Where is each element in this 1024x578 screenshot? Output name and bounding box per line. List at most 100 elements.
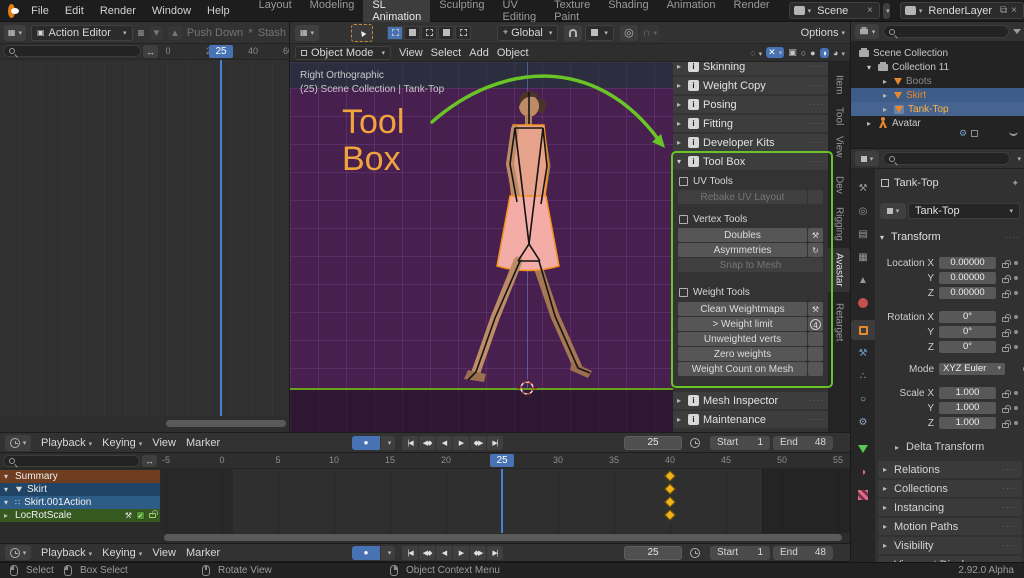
transform-orientation-dropdown[interactable]: ⌖ Global▾ — [497, 25, 558, 41]
use-preview-range-icon[interactable] — [690, 438, 700, 448]
snap-target-dropdown[interactable]: ▾ — [585, 25, 614, 41]
channel-locrotscale[interactable]: ▸LocRotScale⚒ — [0, 509, 160, 522]
channel-search-input[interactable] — [3, 45, 141, 57]
auto-keying-dropdown[interactable]: ▾ — [381, 546, 395, 560]
animate-dot[interactable] — [1014, 406, 1018, 410]
tab-item[interactable]: Item — [828, 70, 850, 100]
menu-view[interactable]: View — [152, 547, 176, 559]
editor-type-button[interactable]: ▾ — [5, 545, 31, 560]
menu-help[interactable]: Help — [199, 5, 238, 17]
menu-keying[interactable]: Keying▾ — [102, 547, 142, 559]
play-button[interactable]: ▶ — [453, 436, 469, 450]
action-editor-mode-dropdown[interactable]: ▣Action Editor▾ — [31, 25, 133, 41]
auto-keying-dropdown[interactable]: ▾ — [381, 436, 395, 450]
jump-to-end-button[interactable]: ▶| — [487, 546, 503, 560]
properties-options-icon[interactable]: ▾ — [1017, 155, 1021, 163]
shading-material-icon[interactable]: ◑ — [820, 48, 829, 58]
view-layer-remove-icon[interactable]: × — [1009, 5, 1019, 16]
animate-dot[interactable] — [1014, 330, 1018, 334]
animate-dot[interactable] — [1014, 276, 1018, 280]
panel-instancing[interactable]: ▸Instancing···· — [878, 499, 1022, 516]
jump-to-start-button[interactable]: |◀ — [402, 546, 418, 560]
blender-logo-icon[interactable] — [8, 4, 15, 18]
unlock-icon[interactable] — [149, 513, 156, 518]
eye-closed-icon[interactable] — [1009, 131, 1018, 136]
mode-dropdown[interactable]: Object Mode▾ — [295, 46, 391, 60]
menu-render[interactable]: Render — [92, 5, 144, 17]
object-name-field[interactable]: Tank-Top▾ — [908, 203, 1020, 219]
menu-playback[interactable]: Playback▾ — [41, 547, 92, 559]
menu-select[interactable]: Select — [431, 47, 462, 59]
play-reverse-button[interactable]: ◀ — [436, 546, 452, 560]
frame-start-field[interactable]: Start1 — [710, 546, 770, 560]
action-editor-canvas[interactable] — [0, 60, 290, 416]
tab-object-properties[interactable] — [851, 320, 875, 340]
menu-object[interactable]: Object — [497, 47, 529, 59]
channel-action[interactable]: ▾∷Skirt.001Action — [0, 496, 160, 509]
scene-dropdown-button[interactable]: ▾ — [883, 3, 890, 19]
channel-summary[interactable]: ▾Summary — [0, 470, 160, 483]
transform-panel-header[interactable]: ▾Transform···· — [875, 231, 1024, 243]
lock-icon[interactable] — [1002, 332, 1009, 337]
jump-to-end-button[interactable]: ▶| — [487, 436, 503, 450]
lock-icon[interactable] — [1002, 408, 1009, 413]
play-button[interactable]: ▶ — [453, 546, 469, 560]
lock-icon[interactable] — [1002, 263, 1009, 268]
snap-magnet-icon[interactable] — [564, 25, 582, 41]
xray-icon[interactable]: ▣ — [788, 47, 797, 58]
animate-dot[interactable] — [1014, 345, 1018, 349]
select-mode-circle[interactable] — [421, 26, 437, 40]
horizontal-scrollbar[interactable] — [166, 420, 286, 427]
row-collection-11[interactable]: ▾Collection 11 — [851, 60, 1024, 74]
move-up-button[interactable]: ▴ — [168, 26, 182, 40]
move-down-button[interactable]: ▾ — [150, 26, 164, 40]
row-avatar[interactable]: ▸Avatar ↻✛⚙ — [851, 116, 1024, 130]
select-mode-tweak[interactable] — [387, 26, 403, 40]
prev-keyframe-button[interactable]: ◀◆ — [419, 546, 435, 560]
playhead-frame-label[interactable]: 25 — [209, 45, 233, 58]
panel-weight-copy[interactable]: ▸Weight Copy···· — [673, 77, 828, 94]
auto-keying-button[interactable]: ● — [352, 436, 380, 450]
frame-end-field[interactable]: End48 — [773, 436, 833, 450]
menu-view[interactable]: View — [399, 47, 423, 59]
panel-developer-kits[interactable]: ▸Developer Kits···· — [673, 134, 828, 151]
scale-x-field[interactable]: 1.000 — [939, 387, 996, 399]
channel-skirt[interactable]: ▾Skirt — [0, 483, 160, 496]
tab-object-data-properties[interactable] — [851, 439, 875, 459]
frame-end-field[interactable]: End48 — [773, 546, 833, 560]
use-preview-range-icon[interactable] — [690, 548, 700, 558]
menu-edit[interactable]: Edit — [57, 5, 92, 17]
menu-marker[interactable]: Marker — [186, 547, 220, 559]
panel-fitting[interactable]: ▸Fitting···· — [673, 115, 828, 132]
tab-tool[interactable]: Tool — [828, 102, 850, 130]
lock-icon[interactable] — [1002, 347, 1009, 352]
tab-material-properties[interactable]: ◑ — [851, 462, 875, 482]
scene-unlink-icon[interactable]: × — [865, 5, 875, 16]
tab-physics-properties[interactable]: ○ — [851, 389, 875, 409]
panel-visibility[interactable]: ▸Visibility···· — [878, 537, 1022, 554]
display-mode-dropdown[interactable]: ▾ — [855, 24, 879, 39]
lock-icon[interactable] — [1002, 317, 1009, 322]
editor-type-button[interactable]: ▾ — [5, 435, 31, 451]
stash-button[interactable]: Stash — [258, 27, 286, 39]
row-tank-top[interactable]: ▸Tank-Top ⚙⋮ — [851, 102, 1024, 116]
horizontal-scrollbar[interactable] — [164, 534, 842, 541]
menu-keying[interactable]: Keying▾ — [102, 437, 142, 449]
tab-view-layer-properties[interactable]: ▦ — [851, 247, 875, 267]
rotation-z-field[interactable]: 0° — [939, 341, 996, 353]
next-keyframe-button[interactable]: ◆▶ — [470, 546, 486, 560]
menu-file[interactable]: File — [23, 5, 57, 17]
lock-icon[interactable] — [1002, 423, 1009, 428]
keyframe-diamond[interactable] — [664, 496, 675, 507]
animate-dot[interactable] — [1014, 421, 1018, 425]
scale-z-field[interactable]: 1.000 — [939, 417, 996, 429]
tab-constraint-properties[interactable]: ⚙ — [851, 412, 875, 432]
current-frame-field[interactable]: 25 — [624, 546, 682, 560]
location-x-field[interactable]: 0.00000 — [939, 257, 996, 269]
panel-maintenance[interactable]: ▸Maintenance···· — [673, 411, 828, 428]
animate-dot[interactable] — [1014, 261, 1018, 265]
rotation-mode-dropdown[interactable]: XYZ Euler▾ — [939, 363, 1005, 375]
tab-output-properties[interactable]: ▤ — [851, 224, 875, 244]
animate-dot[interactable] — [1014, 291, 1018, 295]
play-reverse-button[interactable]: ◀ — [436, 436, 452, 450]
